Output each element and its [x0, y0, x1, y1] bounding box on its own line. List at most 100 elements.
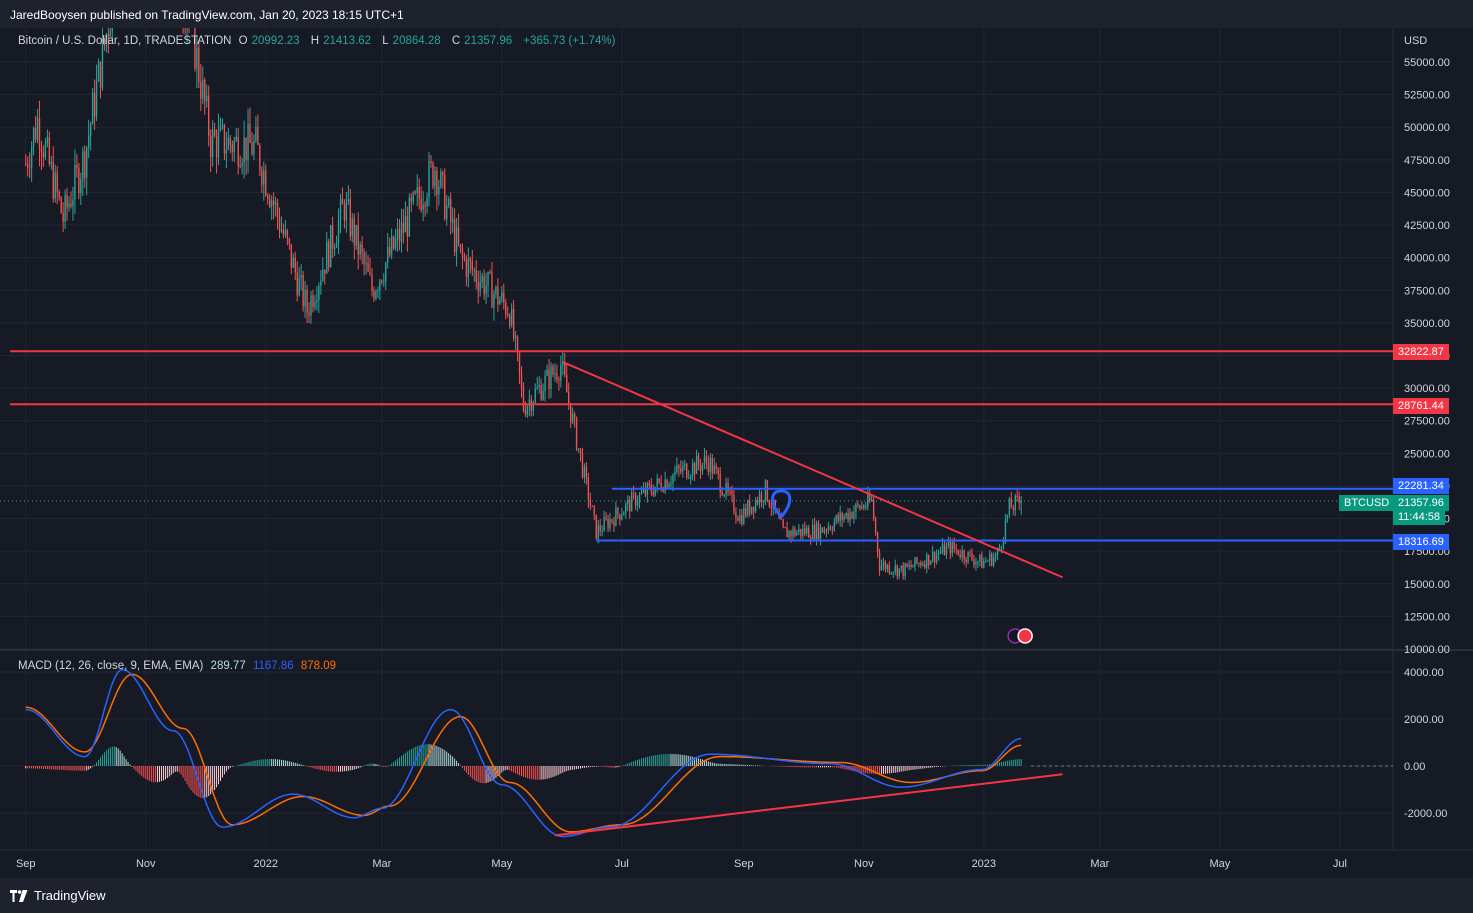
tradingview-brand[interactable]: TradingView [10, 888, 106, 903]
candle-body [444, 175, 446, 219]
candle-body [418, 187, 420, 199]
price-tick-label: 47500.00 [1404, 155, 1450, 167]
location-pin-dot [777, 496, 786, 505]
candle-body [623, 512, 625, 516]
candle-body [261, 170, 263, 185]
candle-body [609, 519, 611, 529]
candle-body [664, 479, 666, 492]
candle-body [1010, 498, 1013, 509]
candle-body [568, 392, 570, 404]
candle-body [666, 479, 668, 488]
candle-body [247, 123, 249, 161]
candle-body [436, 170, 438, 195]
candle-body [208, 95, 210, 137]
candle-body [847, 512, 849, 521]
axis-unit-label: USD [1404, 35, 1427, 47]
candle-body [534, 388, 536, 403]
candle-body [831, 529, 834, 531]
candle-body [237, 136, 239, 167]
publish-info: JaredBooysen published on TradingView.co… [10, 8, 404, 22]
price-tick-label: 42500.00 [1404, 220, 1450, 232]
candle-body [473, 269, 475, 271]
candle-body [709, 458, 712, 472]
candle-body [627, 499, 629, 504]
candle-body [782, 519, 784, 528]
candle-body [689, 475, 692, 478]
candle-body [223, 124, 226, 154]
candle-body [672, 475, 674, 484]
open-label: O 20992.23 [238, 35, 300, 47]
candle-body [434, 170, 436, 187]
candle-body [888, 564, 891, 574]
candle-body [837, 515, 839, 521]
time-tick-label: Mar [372, 858, 391, 870]
candle-body [481, 276, 483, 282]
candle-body [300, 275, 302, 278]
candle-body [949, 542, 952, 554]
candle-body [235, 136, 237, 141]
candle-body [491, 272, 493, 308]
time-tick-label: Mar [1090, 858, 1109, 870]
candle-body [353, 218, 355, 246]
price-tick-label: 52500.00 [1404, 90, 1450, 102]
candle-body [900, 565, 902, 569]
candle-body [451, 219, 454, 223]
candle-body [880, 565, 883, 570]
candle-body [548, 369, 550, 389]
chart-canvas[interactable]: USD 55000.00 52500.00 50000.00 47500.00 45000… [0, 28, 1473, 878]
candle-body [754, 500, 757, 512]
candle-body [50, 161, 53, 164]
candle-body [729, 491, 731, 493]
candle-body [916, 557, 918, 564]
candle-body [70, 203, 72, 207]
candle-body [926, 554, 928, 568]
candle-body [668, 484, 670, 488]
candle-body [581, 453, 584, 478]
candle-body [48, 137, 51, 164]
candle-body [571, 413, 574, 423]
candle-body [32, 127, 35, 147]
candle-body [764, 480, 767, 501]
candle-body [430, 161, 432, 163]
candle-body [56, 172, 58, 192]
candle-body [977, 561, 979, 563]
time-tick-label: Jul [615, 858, 629, 870]
candle-body [497, 286, 499, 305]
candle-body [347, 199, 350, 202]
symbol-name[interactable]: Bitcoin / U.S. Dollar, 1D, TRADESTATION [18, 35, 231, 47]
candle-body [987, 560, 989, 562]
macd-tick-label: 2000.00 [1404, 714, 1444, 726]
candle-body [817, 523, 820, 540]
candle-body [937, 553, 940, 555]
candle-body [52, 161, 54, 199]
candle-body [522, 387, 525, 411]
candle-body [536, 387, 538, 389]
candle-body [585, 466, 588, 478]
time-tick-label: Nov [854, 858, 874, 870]
candle-body [804, 528, 806, 534]
candle-body [341, 198, 344, 205]
candle-body [863, 505, 865, 508]
candle-body [322, 269, 324, 281]
candle-body [455, 227, 458, 252]
macd-title[interactable]: MACD (12, 26, close, 9, EMA, EMA) [18, 660, 203, 672]
candle-body [267, 195, 269, 200]
candle-body [928, 554, 930, 565]
candle-body [703, 456, 706, 464]
candle-body [290, 243, 293, 268]
candle-body [676, 465, 678, 473]
candle-body [540, 385, 542, 400]
candle-body [723, 494, 725, 496]
candle-body [963, 550, 965, 560]
candle-body [989, 553, 991, 561]
candle-body [554, 373, 556, 375]
candle-body [483, 276, 485, 295]
candle-body [453, 219, 456, 252]
candle-body [206, 95, 208, 102]
price-tick-label: 35000.00 [1404, 318, 1450, 330]
candle-body [634, 493, 637, 506]
candle-body [40, 148, 43, 153]
candle-body [1006, 514, 1009, 520]
macd-signal-value: 878.09 [300, 660, 337, 672]
candle-body [363, 252, 365, 264]
